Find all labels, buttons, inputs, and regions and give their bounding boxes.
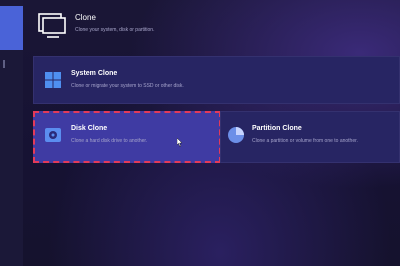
card-title: System Clone: [71, 70, 118, 77]
disk-clone-card[interactable]: Disk Clone Clone a hard disk drive to an…: [33, 111, 221, 163]
mouse-cursor-icon: [177, 138, 183, 147]
partition-clone-card[interactable]: Partition Clone Clone a partition or vol…: [220, 111, 400, 163]
disk-icon: [45, 128, 61, 142]
clone-monitor-icon: [38, 13, 66, 38]
pie-chart-icon: [228, 127, 244, 143]
card-title: Partition Clone: [252, 125, 302, 132]
sidebar-item-indicator: [3, 60, 5, 68]
card-description: Clone a hard disk drive to another.: [71, 138, 148, 144]
page-title: Clone: [75, 13, 96, 22]
windows-logo-icon: [45, 72, 61, 88]
sidebar-item-clone[interactable]: [0, 6, 23, 50]
sidebar: [0, 0, 23, 266]
system-clone-card[interactable]: System Clone Clone or migrate your syste…: [33, 56, 400, 104]
page-subtitle: Clone your system, disk or partition.: [75, 27, 155, 33]
page-header: Clone Clone your system, disk or partiti…: [37, 8, 377, 42]
card-description: Clone a partition or volume from one to …: [252, 138, 358, 144]
card-title: Disk Clone: [71, 125, 108, 132]
card-description: Clone or migrate your system to SSD or o…: [71, 83, 184, 89]
